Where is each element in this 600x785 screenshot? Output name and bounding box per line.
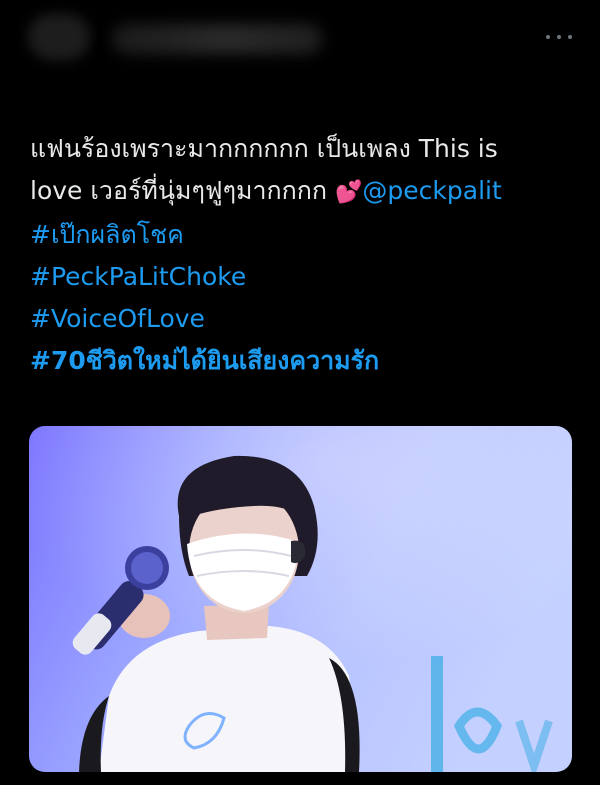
more-horizontal-icon[interactable] [546, 32, 572, 42]
tweet-text: แฟนร้องเพราะมากกกกกก เป็นเพลง This is lo… [30, 128, 575, 382]
tweet-text-line-2-body: love เวอร์ที่นุ่มๆฟูๆมากกกก [30, 176, 336, 205]
two-hearts-emoji: 💕 [335, 180, 363, 205]
hashtag-link[interactable]: #เป๊กผลิตโชค [30, 214, 575, 256]
concert-photo-image [29, 426, 572, 772]
hashtag-link[interactable]: #VoiceOfLove [30, 298, 575, 340]
tweet-header [0, 0, 600, 90]
author-name-blurred[interactable] [112, 24, 322, 54]
hashtag-link-bold[interactable]: #70ชีวิตใหม่ได้ยินเสียงความรัก [30, 340, 575, 382]
mention-link[interactable]: @peckpalit [362, 176, 501, 205]
author-avatar-blurred[interactable] [28, 14, 90, 60]
tweet-text-line-2: love เวอร์ที่นุ่มๆฟูๆมากกกก 💕@peckpalit [30, 170, 575, 214]
tweet-photo[interactable] [29, 426, 572, 772]
hashtag-link[interactable]: #PeckPaLitChoke [30, 256, 575, 298]
tweet-text-line-1: แฟนร้องเพราะมากกกกกก เป็นเพลง This is [30, 134, 498, 163]
